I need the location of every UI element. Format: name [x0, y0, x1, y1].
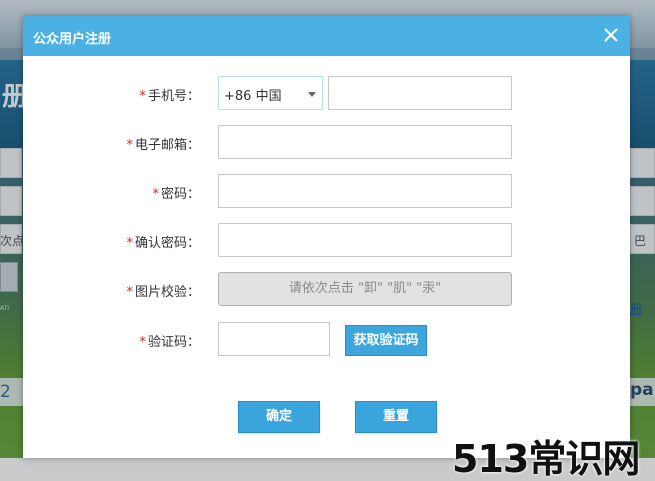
required-mark: * — [139, 89, 146, 104]
confirm-button[interactable]: 确定 — [238, 401, 320, 433]
email-input[interactable] — [218, 125, 512, 159]
email-row: * 电子邮箱： — [23, 125, 630, 159]
image-captcha-button[interactable]: 请依次点击 "卸" "肌" "汞" — [218, 272, 512, 306]
close-icon[interactable] — [602, 26, 620, 44]
reset-button[interactable]: 重置 — [355, 401, 437, 433]
password-input[interactable] — [218, 174, 512, 208]
required-mark: * — [152, 187, 159, 202]
password-label-text: 密码： — [160, 187, 200, 202]
code-label: * 验证码： — [139, 331, 200, 350]
email-label: * 电子邮箱： — [126, 134, 200, 153]
confirm-password-row: * 确认密码： — [23, 223, 630, 257]
phone-label-text: 手机号： — [147, 89, 200, 104]
code-label-text: 验证码： — [147, 335, 200, 350]
password-label: * 密码： — [152, 183, 200, 202]
code-row: * 验证码： 获取验证码 — [23, 322, 630, 356]
dialog-header: 公众用户注册 — [23, 16, 630, 56]
watermark: 513常识网 — [452, 437, 640, 481]
required-mark: * — [126, 236, 133, 251]
dialog-title: 公众用户注册 — [33, 32, 112, 47]
required-mark: * — [139, 335, 146, 350]
image-check-label-text: 图片校验： — [134, 285, 200, 300]
required-mark: * — [126, 285, 133, 300]
registration-dialog: 公众用户注册 * 手机号： +86 中国 * 电子邮箱： * 密码： * 确认密码： *… — [23, 16, 630, 458]
get-code-button[interactable]: 获取验证码 — [345, 325, 427, 356]
country-code-select[interactable]: +86 中国 — [218, 76, 323, 110]
country-code-value: +86 中国 — [224, 89, 282, 104]
image-check-row: * 图片校验： 请依次点击 "卸" "肌" "汞" — [23, 272, 630, 306]
confirm-password-label-text: 确认密码： — [134, 236, 200, 251]
password-row: * 密码： — [23, 174, 630, 208]
image-check-label: * 图片校验： — [126, 281, 200, 300]
confirm-password-label: * 确认密码： — [126, 232, 200, 251]
email-label-text: 电子邮箱： — [134, 138, 200, 153]
chevron-down-icon — [308, 92, 316, 97]
verification-code-input[interactable] — [218, 322, 330, 356]
phone-label: * 手机号： — [139, 85, 200, 104]
confirm-password-input[interactable] — [218, 223, 512, 257]
phone-row: * 手机号： +86 中国 — [23, 76, 630, 110]
required-mark: * — [126, 138, 133, 153]
phone-input[interactable] — [328, 76, 512, 110]
